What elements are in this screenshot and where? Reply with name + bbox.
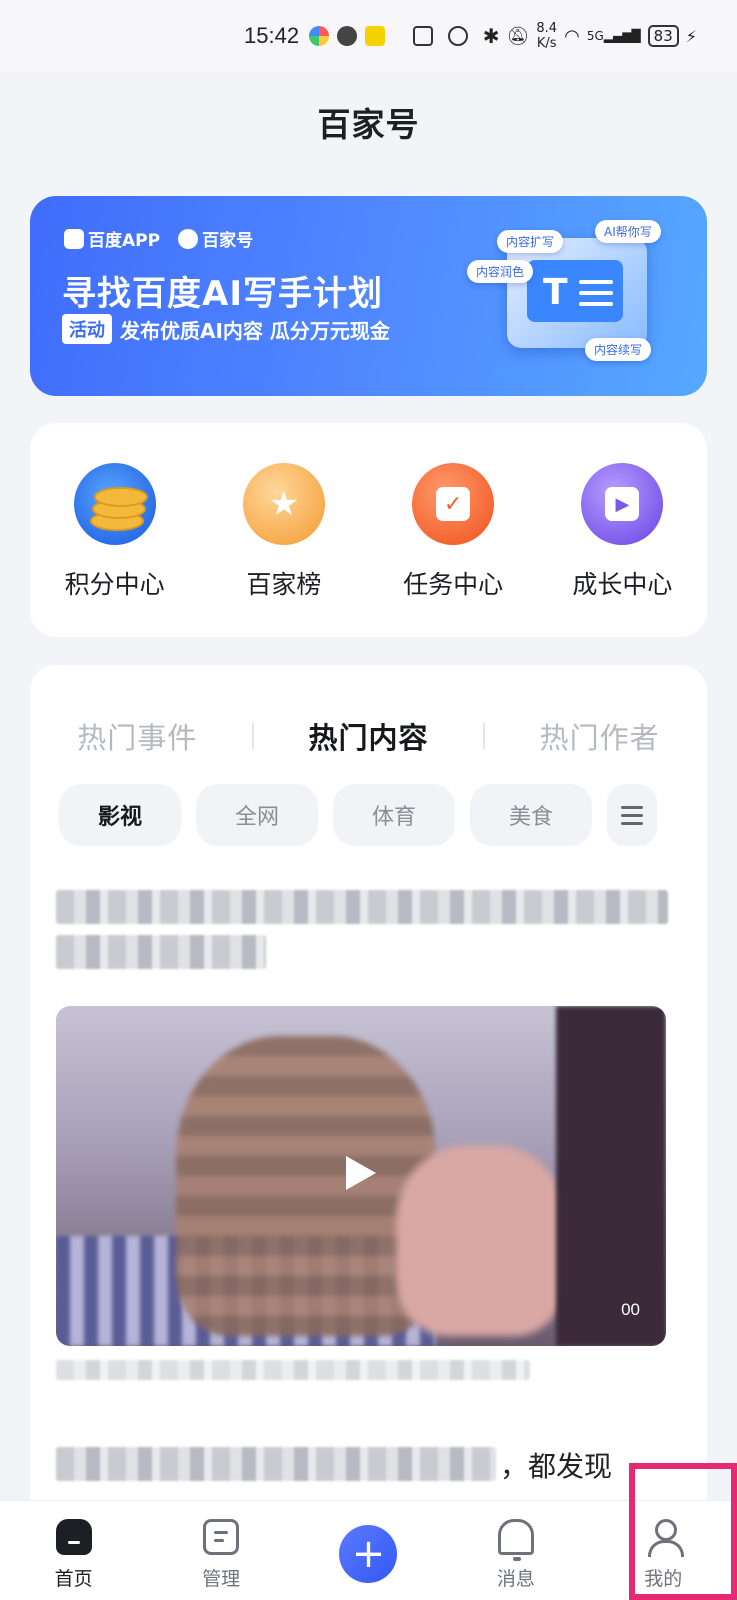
tool-label: 百家榜 [246,570,322,599]
banner-subtitle: 发布优质AI内容 瓜分万元现金 [120,318,390,343]
baidu-app-label: 百度APP [88,231,161,251]
thumbnail-shoulder [556,1006,666,1346]
app-notification-icon [309,26,330,46]
next-feed-title-tail[interactable]: ，都发现 [500,1445,612,1485]
manage-icon [203,1519,240,1555]
activity-tag: 活动 [62,314,112,344]
nav-label: 管理 [202,1568,241,1590]
pill-continue: 内容续写 [585,338,652,361]
tool-label: 积分中心 [64,570,165,599]
tab-hot-authors[interactable]: 热门作者 [500,715,700,757]
signal-icon: 5G▂▄▆█ [586,29,641,43]
battery-indicator: 83 [647,25,679,47]
banner-logos: 百度APP 百家号 [64,226,253,251]
tool-label: 任务中心 [403,570,504,599]
play-square-glyph: ▶ [605,487,640,521]
coins-icon [73,463,156,545]
nav-home[interactable]: 首页 [29,1519,119,1591]
chip-film[interactable]: 影视 [59,784,181,846]
publish-plus-icon[interactable]: + [339,1525,398,1583]
promo-banner[interactable]: 百度APP 百家号 寻找百度AI写手计划 活动 发布优质AI内容 瓜分万元现金 … [30,196,707,396]
charging-icon: ⚡ [685,26,697,46]
app-header: 百家号 [0,72,737,172]
feed-meta-blurred [56,1360,530,1380]
pill-ai-write: AI帮你写 [595,220,661,243]
alarm-icon [447,26,468,46]
text-lines-glyph [579,280,613,313]
pill-expand: 内容扩写 [497,230,564,253]
star-glyph: ★ [268,484,300,524]
feed-title-blurred[interactable] [56,890,668,924]
nav-publish[interactable]: + [323,1519,413,1583]
status-bar: 15:42 ✱ 🔕︎ 8.4 K/s ◠ 5G▂▄▆█ 83 ⚡ [0,0,737,72]
banner-subtitle-row: 活动 发布优质AI内容 瓜分万元现金 [62,314,390,344]
network-speed: 8.4 K/s [536,21,557,51]
baidu-app-logo: 百度APP [64,226,160,251]
banner-title: 寻找百度AI写手计划 [62,274,383,314]
bottom-nav: 首页 管理 + 消息 我的 [0,1500,737,1600]
nav-messages[interactable]: 消息 [471,1519,561,1591]
video-thumbnail[interactable]: 00 [56,1006,666,1346]
trophy-icon: ★ [242,463,325,545]
nav-label: 首页 [54,1568,93,1590]
nav-manage[interactable]: 管理 [176,1519,266,1591]
quick-tools: 积分中心 ★ 百家榜 ✓ 任务中心 ▶ 成长中心 [30,423,707,637]
tool-growth-center[interactable]: ▶ 成长中心 [547,463,697,637]
pill-polish: 内容润色 [467,260,534,283]
text-editor-icon: T [527,260,623,322]
network-speed-value: 8.4 [536,21,558,36]
task-icon: ✓ [412,463,495,545]
chip-all[interactable]: 全网 [196,784,318,846]
home-icon [55,1519,92,1555]
thumbnail-hand [396,1146,566,1336]
baidu-paw-icon [64,228,84,249]
more-categories-icon[interactable] [607,784,657,846]
yy-app-icon [365,26,386,46]
highlight-annotation [629,1463,737,1600]
clipboard-check-glyph: ✓ [436,487,471,521]
tab-divider [483,723,486,749]
document-board-icon: T [507,238,647,348]
hot-tabs: 热门事件 热门内容 热门作者 [30,715,707,757]
hot-content-card: 热门事件 热门内容 热门作者 影视 全网 体育 美食 00 ，都发现 [30,665,707,1515]
tool-points-center[interactable]: 积分中心 [40,463,190,637]
nfc-icon [412,26,433,46]
nav-label: 消息 [496,1568,535,1590]
bell-icon [497,1519,534,1561]
video-duration: 00 [621,1300,640,1319]
tool-label: 成长中心 [572,570,673,599]
page-title: 百家号 [317,105,420,144]
baijiahao-c-icon [178,228,199,249]
chip-sports[interactable]: 体育 [333,784,455,846]
status-right-group: ✱ 🔕︎ 8.4 K/s ◠ 5G▂▄▆█ 83 ⚡ [412,21,697,51]
next-feed-title-blurred[interactable] [56,1447,496,1481]
baijiahao-logo: 百家号 [178,226,253,251]
signal-label: 5G [586,29,604,43]
status-time: 15:42 [244,23,300,48]
network-speed-unit: K/s [536,36,557,51]
tab-hot-events[interactable]: 热门事件 [37,715,237,757]
tab-divider [251,723,254,749]
tab-hot-content[interactable]: 热门内容 [268,715,468,757]
tool-task-center[interactable]: ✓ 任务中心 [378,463,528,637]
category-chips: 影视 全网 体育 美食 [59,784,657,846]
wechat-icon [337,26,358,46]
tool-baijia-ranking[interactable]: ★ 百家榜 [209,463,359,637]
mute-icon: 🔕︎ [506,25,530,47]
wifi-icon: ◠ [564,25,580,47]
ai-writer-illustration: T AI帮你写 内容扩写 内容润色 内容续写 [467,220,667,370]
chip-food[interactable]: 美食 [470,784,592,846]
bluetooth-icon: ✱ [482,24,500,48]
text-t-glyph: T [543,272,568,313]
baijiahao-label: 百家号 [202,231,254,251]
feed-title-blurred-line2[interactable] [56,935,266,969]
growth-icon: ▶ [581,463,664,545]
